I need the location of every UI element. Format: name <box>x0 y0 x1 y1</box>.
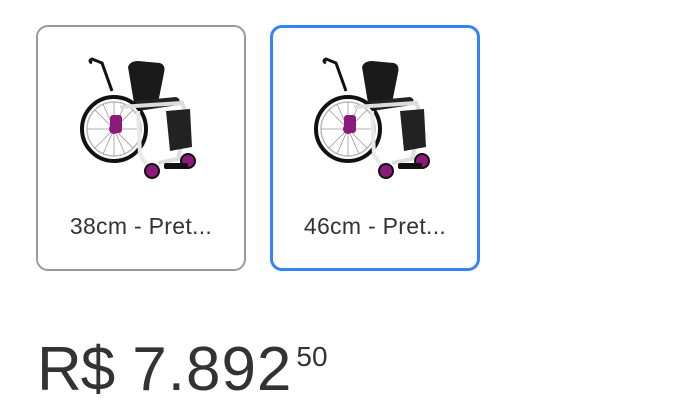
price-currency: R$ <box>37 335 115 404</box>
price-amount: 7.892 <box>132 335 293 404</box>
variant-option-38cm[interactable]: 38cm - Pret... <box>36 25 246 271</box>
product-page: 38cm - Pret... 46cm - Pret... R$ 7.892 5… <box>0 0 700 410</box>
product-price: R$ 7.892 50 <box>37 334 328 406</box>
price-cents: 50 <box>296 341 328 372</box>
wheelchair-image <box>314 57 430 179</box>
variant-option-46cm[interactable]: 46cm - Pret... <box>270 25 480 271</box>
variant-picker: 38cm - Pret... 46cm - Pret... <box>36 25 480 271</box>
wheelchair-image <box>80 57 196 179</box>
variant-label: 46cm - Pret... <box>303 213 447 239</box>
variant-label: 38cm - Pret... <box>69 213 213 239</box>
